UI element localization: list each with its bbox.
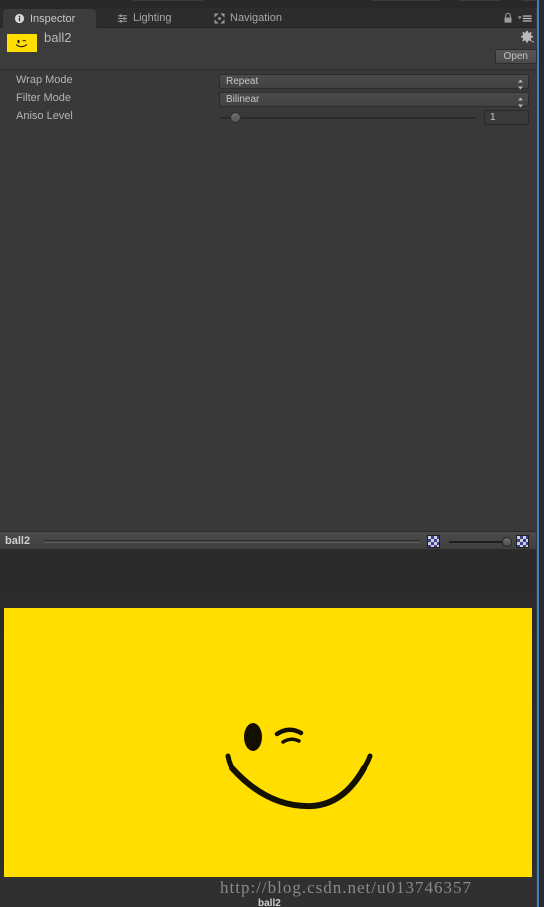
aniso-level-slider[interactable] (219, 117, 477, 119)
filter-mode-dropdown[interactable]: Bilinear (219, 92, 529, 108)
property-label: Wrap Mode (16, 74, 73, 86)
tab-inspector[interactable]: Inspector (2, 8, 97, 28)
info-circle-icon (13, 13, 25, 25)
tab-lighting[interactable]: Lighting (106, 8, 182, 28)
aniso-level-slider-handle[interactable] (230, 112, 241, 123)
top-toolbar-strip (0, 0, 544, 8)
mip-level-slider-handle[interactable] (502, 537, 512, 547)
property-label: Aniso Level (16, 110, 73, 122)
unity-inspector-window: Inspector Lighting Navigation ball2 Open… (0, 0, 544, 907)
preview-divider-rule (44, 540, 420, 543)
property-row-filter-mode: Filter Mode Bilinear (0, 90, 536, 108)
hamburger-menu-icon[interactable] (518, 11, 532, 29)
gear-icon[interactable] (520, 30, 534, 44)
preview-header-bar: ball2 (0, 531, 536, 550)
bottom-status-label: ball2 (258, 898, 281, 907)
tab-bar-controls (503, 11, 532, 29)
aniso-level-value-field[interactable]: 1 (484, 110, 529, 125)
lock-icon[interactable] (503, 11, 513, 29)
property-row-aniso-level: Aniso Level 1 (0, 108, 536, 126)
navigation-arrows-icon (213, 12, 225, 24)
preview-title: ball2 (5, 535, 31, 547)
winking-smiley-face-icon (225, 723, 373, 810)
rgb-checker-icon[interactable] (427, 535, 440, 548)
window-focus-border (537, 0, 539, 907)
alpha-checker-icon[interactable] (516, 535, 529, 548)
tab-label: Navigation (230, 12, 282, 24)
tab-label: Inspector (30, 12, 76, 25)
toolbar-button-partial[interactable] (131, 0, 205, 2)
chevron-updown-icon (517, 77, 524, 90)
inspector-empty-body (0, 130, 536, 530)
asset-name-title: ball2 (44, 30, 72, 45)
texture-properties: Wrap Mode Repeat Filter Mode Bilinear An… (0, 72, 536, 126)
tab-label: Lighting (133, 12, 172, 24)
tab-bar: Inspector Lighting Navigation (0, 8, 536, 28)
right-gutter (539, 0, 544, 907)
texture-preview-canvas[interactable] (4, 608, 532, 877)
lighting-sliders-icon (116, 12, 128, 24)
asset-header (0, 28, 536, 70)
preview-body (0, 550, 536, 907)
asset-thumbnail[interactable] (7, 34, 37, 52)
property-row-wrap-mode: Wrap Mode Repeat (0, 72, 536, 90)
dropdown-value: Bilinear (226, 94, 260, 105)
tab-navigation[interactable]: Navigation (203, 8, 292, 28)
chevron-updown-icon (517, 95, 524, 108)
property-label: Filter Mode (16, 92, 72, 104)
open-button[interactable]: Open (494, 49, 537, 64)
toolbar-button-partial[interactable] (457, 0, 502, 2)
aniso-level-value: 1 (490, 112, 496, 123)
toolbar-button-partial[interactable] (370, 0, 442, 2)
wrap-mode-dropdown[interactable]: Repeat (219, 74, 529, 90)
dropdown-value: Repeat (226, 76, 259, 87)
watermark-url: http://blog.csdn.net/u013746357 (220, 878, 472, 897)
